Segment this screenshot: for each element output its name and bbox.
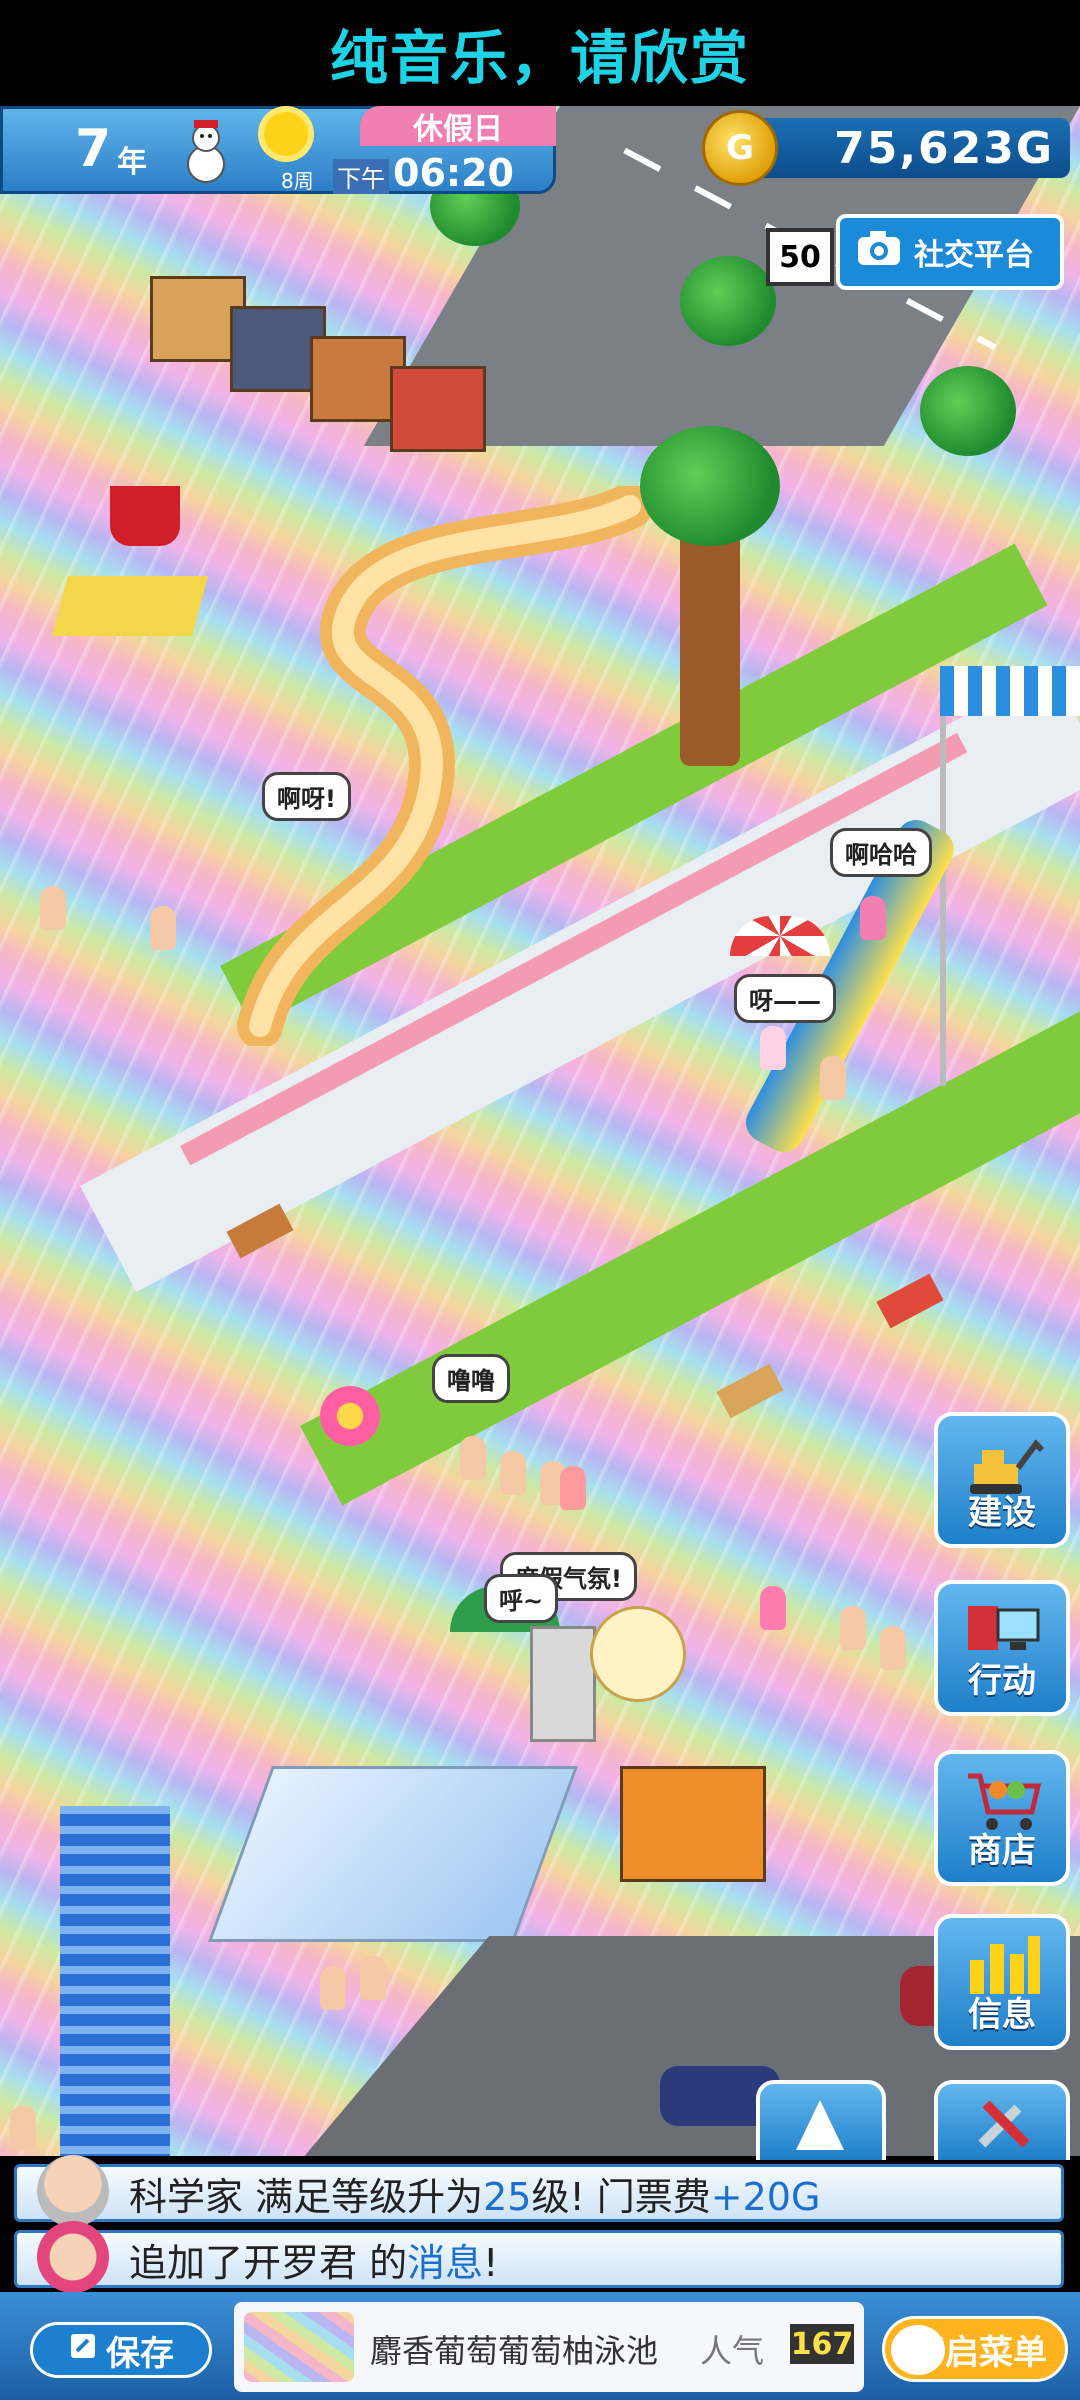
blue-staircase[interactable]: [60, 1806, 170, 2156]
top-banner: 纯音乐，请欣赏: [0, 0, 1080, 106]
message-line[interactable]: 科学家 满足等级升为25级! 门票费+20G: [14, 2155, 1064, 2227]
water-slide[interactable]: [230, 483, 653, 1049]
visitor[interactable]: [880, 1626, 906, 1670]
open-menu-toggle[interactable]: 开启菜单: [882, 2316, 1068, 2382]
treehouse[interactable]: [640, 426, 780, 766]
popcorn-stand[interactable]: [590, 1606, 686, 1702]
bucket-playground[interactable]: [51, 486, 209, 686]
speech-bubble: 啊哈哈: [830, 828, 932, 877]
girl-avatar-icon: [37, 2221, 109, 2293]
money-value: 75,623G: [834, 122, 1054, 174]
build-label: 建设: [968, 1493, 1036, 1533]
visitor[interactable]: [500, 1451, 526, 1495]
clock-time: 06:20: [393, 151, 514, 195]
speech-bubble: 噜噜: [432, 1354, 510, 1403]
speech-bubble: 啊呀!: [262, 772, 351, 821]
visitor[interactable]: [760, 1026, 786, 1070]
snowman-icon: [176, 118, 236, 184]
message-text: 追加了开罗君 的消息!: [129, 2240, 499, 2285]
visitor[interactable]: [150, 906, 176, 950]
rainbow-pool-icon: [244, 2312, 354, 2382]
social-platform-label: 社交平台: [914, 238, 1034, 273]
shop-label: 商店: [968, 1831, 1036, 1871]
visitor[interactable]: [860, 896, 886, 940]
wrench-icon: [974, 2092, 1038, 2156]
banner-title: 纯音乐，请欣赏: [329, 24, 750, 92]
visitor[interactable]: [820, 1056, 846, 1100]
visitor[interactable]: [40, 886, 66, 930]
sun-weather-icon: [264, 112, 308, 156]
lounge-chair: [876, 1273, 944, 1329]
ampm-label: 下午: [333, 159, 389, 194]
message-line[interactable]: 追加了开罗君 的消息!: [14, 2221, 1064, 2293]
visitor[interactable]: [360, 1956, 386, 2000]
visitor[interactable]: [10, 2106, 36, 2150]
year-unit: 年: [117, 145, 147, 180]
money-panel: 75,623G: [740, 118, 1070, 178]
info-button[interactable]: 信息: [934, 1914, 1070, 2050]
visitor[interactable]: [460, 1436, 486, 1480]
message-text: 科学家 满足等级升为25级! 门票费+20G: [129, 2174, 821, 2219]
tree: [680, 256, 776, 346]
map-button[interactable]: [756, 2080, 886, 2160]
scientist-avatar-icon: [37, 2155, 109, 2227]
tree: [920, 366, 1016, 456]
visitor[interactable]: [320, 1966, 346, 2010]
speech-bubble: 呀——: [734, 974, 836, 1023]
action-button[interactable]: 行动: [934, 1580, 1070, 1716]
wave-pool[interactable]: [207, 1766, 579, 1942]
social-platform-button[interactable]: 社交平台: [836, 214, 1064, 290]
visitor[interactable]: [560, 1466, 586, 1510]
social-count-badge: 50: [766, 228, 834, 286]
facility-name: 麝香葡萄葡萄柚泳池: [370, 2332, 659, 2370]
slide-tower[interactable]: [940, 666, 1080, 1086]
speech-bubble: 呼~: [484, 1574, 559, 1623]
visitor[interactable]: [840, 1606, 866, 1650]
shop-button[interactable]: 商店: [934, 1750, 1070, 1886]
build-button[interactable]: 建设: [934, 1412, 1070, 1548]
coin-symbol: G: [726, 128, 754, 168]
week-label: 8周: [281, 169, 314, 193]
gold-coin-icon: G: [702, 110, 778, 186]
popularity-value: 167: [790, 2324, 854, 2364]
save-button[interactable]: 保存: [30, 2322, 212, 2378]
camera-icon: [856, 229, 902, 275]
castle-kiosk[interactable]: [530, 1626, 596, 1742]
map-icon: [790, 2094, 850, 2158]
save-icon: [68, 2330, 98, 2370]
toggle-knob: [891, 2325, 945, 2375]
lounge-chair: [716, 1363, 784, 1419]
holiday-badge: 休假日: [360, 106, 556, 147]
popularity-label: 人气: [700, 2332, 765, 2370]
shop[interactable]: [390, 366, 486, 452]
save-label: 保存: [106, 2333, 174, 2374]
info-label: 信息: [968, 1995, 1036, 2035]
food-stand[interactable]: [620, 1766, 766, 1882]
game-world[interactable]: 啊呀! 啊哈哈 呀—— 噜噜 度假气氛! 呼~: [0, 106, 1080, 2156]
flower-fountain[interactable]: [320, 1386, 380, 1446]
visitor[interactable]: [760, 1586, 786, 1630]
action-label: 行动: [968, 1661, 1036, 1701]
year-value: 7: [75, 119, 112, 179]
settings-button[interactable]: [934, 2080, 1070, 2160]
